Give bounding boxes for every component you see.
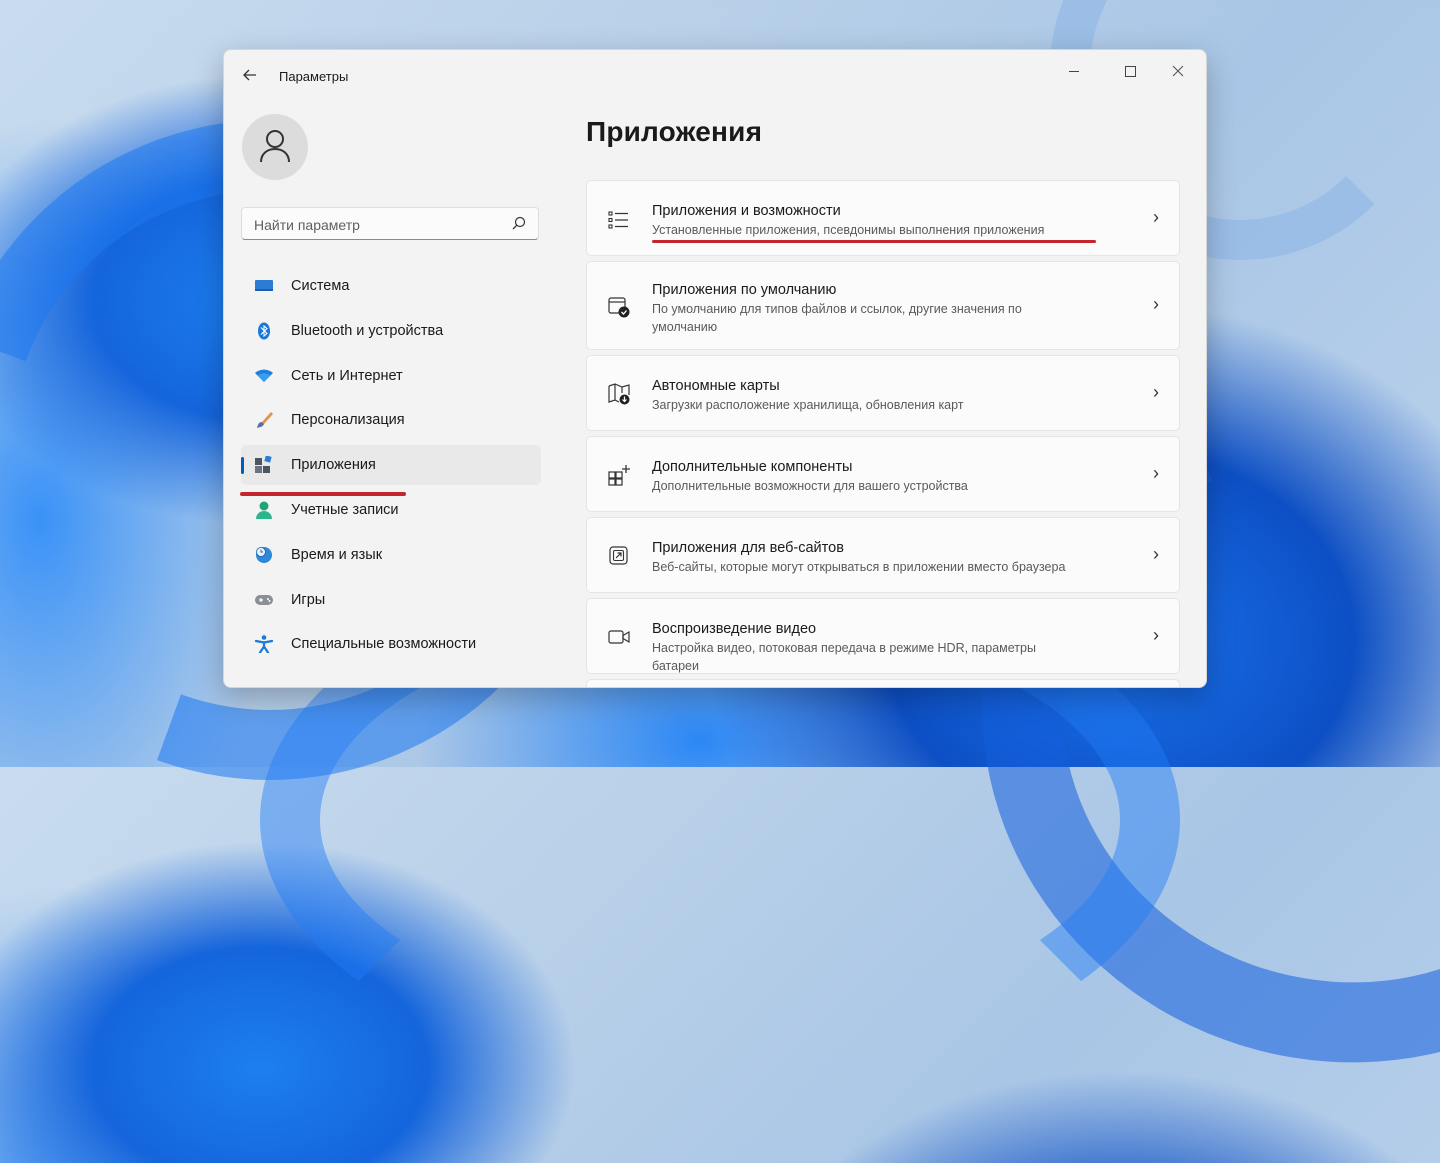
card-title: Приложения для веб-сайтов [652, 540, 844, 556]
card-subtitle: Установленные приложения, псевдонимы вып… [652, 223, 1045, 237]
map-download-icon [608, 383, 630, 405]
clock-globe-icon [256, 546, 272, 563]
title-bar[interactable]: Параметры [224, 50, 1206, 102]
card-subtitle: По умолчанию для типов файлов и ссылок, … [652, 302, 1022, 334]
chevron-right-icon: › [1153, 207, 1159, 227]
sidebar-item-label: Bluetooth и устройства [291, 322, 444, 339]
sidebar-nav: Система Bluetooth и устройства Сеть и Ин… [241, 266, 541, 669]
settings-window: Параметры Система Bluetooth и устройства [223, 49, 1207, 688]
card-title: Воспроизведение видео [652, 621, 817, 637]
user-icon [260, 130, 290, 163]
card-video-playback[interactable]: Воспроизведение видео Настройка видео, п… [586, 598, 1180, 674]
back-arrow-icon [243, 69, 256, 81]
sidebar-item-accessibility[interactable]: Специальные возможности [241, 624, 541, 664]
close-button[interactable] [1155, 56, 1201, 86]
back-button[interactable] [238, 66, 262, 88]
person-icon [256, 501, 272, 519]
default-apps-icon [608, 297, 630, 318]
apps-icon [255, 456, 272, 474]
open-link-icon [609, 546, 628, 565]
sidebar-item-label: Сеть и Интернет [291, 367, 403, 384]
search-input[interactable] [252, 214, 506, 236]
maximize-icon [1125, 66, 1136, 77]
sidebar-item-label: Специальные возможности [291, 636, 477, 653]
sidebar-item-label: Система [291, 278, 350, 294]
search-box[interactable] [241, 207, 539, 240]
sidebar-item-label: Учетные записи [291, 501, 399, 518]
card-subtitle: Загрузки расположение хранилища, обновле… [652, 398, 964, 412]
active-indicator [241, 457, 244, 475]
chevron-right-icon: › [1153, 625, 1159, 645]
sidebar-item-bluetooth[interactable]: Bluetooth и устройства [241, 311, 541, 351]
card-subtitle: Дополнительные возможности для вашего ус… [652, 479, 968, 493]
card-title: Приложения и возможности [652, 203, 841, 219]
card-title: Дополнительные компоненты [652, 459, 853, 475]
sidebar-item-apps[interactable]: Приложения [241, 445, 541, 486]
chevron-right-icon: › [1153, 463, 1159, 483]
chevron-right-icon: › [1153, 294, 1159, 314]
wifi-icon [255, 369, 273, 382]
card-title: Приложения по умолчанию [652, 282, 837, 298]
card-offline-maps[interactable]: Автономные карты Загрузки расположение х… [586, 355, 1180, 431]
sidebar-item-gaming[interactable]: Игры [241, 580, 541, 620]
sidebar-item-label: Игры [291, 591, 326, 608]
chevron-right-icon: › [1153, 382, 1159, 402]
settings-cards: Приложения и возможности Установленные п… [586, 180, 1180, 687]
minimize-button[interactable] [1051, 56, 1097, 86]
sidebar-item-label: Приложения [291, 457, 376, 474]
maximize-button[interactable] [1107, 56, 1153, 86]
sidebar-item-time-language[interactable]: Время и язык [241, 535, 541, 575]
sidebar-item-system[interactable]: Система [241, 266, 541, 306]
search-icon[interactable] [512, 216, 526, 230]
minimize-icon [1069, 71, 1079, 72]
card-optional-features[interactable]: Дополнительные компоненты Дополнительные… [586, 436, 1180, 512]
brush-icon [257, 412, 273, 429]
accessibility-icon [254, 635, 274, 654]
page-title: Приложения [586, 116, 763, 147]
monitor-icon [255, 280, 273, 291]
video-icon [608, 630, 630, 644]
avatar[interactable] [242, 114, 308, 180]
annotation-underline-apps [240, 492, 406, 496]
sidebar-item-label: Время и язык [291, 546, 383, 563]
card-title: Автономные карты [652, 378, 780, 394]
card-apps-features[interactable]: Приложения и возможности Установленные п… [586, 180, 1180, 256]
card-default-apps[interactable]: Приложения по умолчанию По умолчанию для… [586, 261, 1180, 350]
card-apps-for-websites[interactable]: Приложения для веб-сайтов Веб-сайты, кот… [586, 517, 1180, 593]
card-subtitle: Настройка видео, потоковая передача в ре… [652, 641, 1036, 673]
gamepad-icon [255, 594, 273, 605]
sidebar-item-personalization[interactable]: Персонализация [241, 400, 541, 440]
sidebar-item-network[interactable]: Сеть и Интернет [241, 356, 541, 396]
annotation-underline-card [652, 240, 1096, 243]
chevron-right-icon: › [1153, 544, 1159, 564]
card-subtitle: Веб-сайты, которые могут открываться в п… [652, 560, 1066, 574]
bluetooth-icon [258, 322, 270, 340]
sidebar-item-label: Персонализация [291, 412, 405, 429]
add-components-icon [608, 465, 630, 486]
close-icon [1172, 65, 1184, 77]
card-partial[interactable] [586, 679, 1180, 687]
list-icon [608, 211, 628, 229]
window-title: Параметры [279, 69, 349, 84]
